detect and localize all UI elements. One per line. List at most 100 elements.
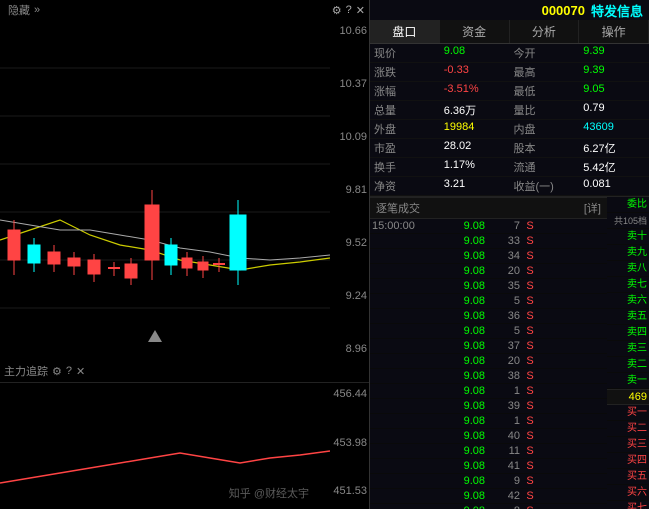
trade-type-2: S <box>520 235 540 247</box>
sub-gear-icon[interactable]: ⚙ <box>52 365 62 378</box>
trade-type-17: S <box>520 460 540 472</box>
trade-row-11: 9.08 38 S <box>370 369 607 384</box>
trade-type-11: S <box>520 370 540 382</box>
info-row-5: 外盘 19984 内盘 43609 <box>370 120 649 139</box>
sell-10-label: 卖十 <box>607 229 649 245</box>
sub-chart-label: 主力追踪 <box>4 363 48 379</box>
left-top-bar: 隐藏 » ⚙ ? ✕ <box>0 0 369 20</box>
tab-caozuo[interactable]: 操作 <box>579 20 649 43</box>
trade-time-14 <box>372 415 440 427</box>
price-label-7: 8.96 <box>339 343 367 355</box>
label-xianjia: 现价 <box>370 44 440 62</box>
value-liutong: 5.42亿 <box>579 158 649 176</box>
label-shiying: 市盈 <box>370 139 440 157</box>
label-waipan: 外盘 <box>370 120 440 138</box>
close-icon[interactable]: ✕ <box>356 4 365 17</box>
label-jinkuai: 今开 <box>510 44 580 62</box>
main-right: 逐笔成交 [详] 15:00:00 9.08 7 S 9.08 33 S <box>370 197 607 509</box>
trade-time-9 <box>372 340 440 352</box>
trade-price-2: 9.08 <box>440 235 485 247</box>
tab-pankou[interactable]: 盘口 <box>370 20 440 43</box>
sell-6-label: 卖六 <box>607 293 649 309</box>
value-zuidi: 9.05 <box>579 82 649 100</box>
sub-chart-svg <box>0 383 330 503</box>
buy-2-label: 买二 <box>607 421 649 437</box>
value-neipan: 43609 <box>579 120 649 138</box>
stock-code: 000070 <box>542 3 585 18</box>
trade-row-19: 9.08 42 S <box>370 489 607 504</box>
sub-label-3: 451.53 <box>333 485 367 497</box>
trade-vol-17: 41 <box>485 460 520 472</box>
trade-price-15: 9.08 <box>440 430 485 442</box>
hide-label[interactable]: 隐藏 <box>8 2 30 18</box>
trade-price-1: 9.08 <box>440 220 485 232</box>
value-waipan: 19984 <box>440 120 510 138</box>
gear-icon[interactable]: ⚙ <box>332 4 342 17</box>
trade-row-8: 9.08 5 S <box>370 324 607 339</box>
question-icon[interactable]: ? <box>346 4 352 16</box>
left-panel: 隐藏 » ⚙ ? ✕ 10.66 10.37 10.09 9.81 9.52 9… <box>0 0 370 509</box>
trade-row-2: 9.08 33 S <box>370 234 607 249</box>
trade-row-20: 9.08 8 S <box>370 504 607 509</box>
trade-price-20: 9.08 <box>440 505 485 509</box>
trade-time-1: 15:00:00 <box>372 220 440 232</box>
buy-1-label: 买一 <box>607 405 649 421</box>
price-label-2: 10.37 <box>339 78 367 90</box>
trade-vol-19: 42 <box>485 490 520 502</box>
trade-type-16: S <box>520 445 540 457</box>
trade-row-10: 9.08 20 S <box>370 354 607 369</box>
trade-price-17: 9.08 <box>440 460 485 472</box>
sub-close-icon[interactable]: ✕ <box>76 365 85 378</box>
info-row-7: 换手 1.17% 流通 5.42亿 <box>370 158 649 177</box>
trade-time-7 <box>372 310 440 322</box>
label-guben: 股本 <box>510 139 580 157</box>
trade-type-12: S <box>520 385 540 397</box>
right-panel: 000070 特发信息 盘口 资金 分析 操作 现价 9.08 今开 9.39 … <box>370 0 649 509</box>
info-row-2: 涨跌 -0.33 最高 9.39 <box>370 63 649 82</box>
trade-type-6: S <box>520 295 540 307</box>
trades-detail-link[interactable]: [详] <box>584 200 601 216</box>
tab-zijin[interactable]: 资金 <box>440 20 510 43</box>
trade-price-13: 9.08 <box>440 400 485 412</box>
mid-price-value: 469 <box>607 389 649 405</box>
trade-price-9: 9.08 <box>440 340 485 352</box>
sell-2-label: 卖二 <box>607 357 649 373</box>
sub-question-icon[interactable]: ? <box>66 365 72 377</box>
order-book-col: 委比 共105档 卖十 卖九 卖八 卖七 卖六 卖五 卖四 卖三 卖二 卖一 4… <box>607 197 649 509</box>
trade-price-3: 9.08 <box>440 250 485 262</box>
trade-row-7: 9.08 36 S <box>370 309 607 324</box>
trade-time-20 <box>372 505 440 509</box>
trade-time-16 <box>372 445 440 457</box>
trade-type-18: S <box>520 475 540 487</box>
trade-time-11 <box>372 370 440 382</box>
label-zuidi: 最低 <box>510 82 580 100</box>
label-liangbi: 量比 <box>510 101 580 119</box>
value-shiying: 28.02 <box>440 139 510 157</box>
trade-time-17 <box>372 460 440 472</box>
buy-3-label: 买三 <box>607 437 649 453</box>
label-zhangdie: 涨跌 <box>370 63 440 81</box>
trade-type-9: S <box>520 340 540 352</box>
sell-3-label: 卖三 <box>607 341 649 357</box>
buy-5-label: 买五 <box>607 469 649 485</box>
price-label-6: 9.24 <box>339 290 367 302</box>
price-label-1: 10.66 <box>339 25 367 37</box>
trade-price-11: 9.08 <box>440 370 485 382</box>
tab-fenxi[interactable]: 分析 <box>510 20 580 43</box>
value-jingzi: 3.21 <box>440 177 510 195</box>
value-guben: 6.27亿 <box>579 139 649 157</box>
value-xianjia: 9.08 <box>440 44 510 62</box>
info-row-6: 市盈 28.02 股本 6.27亿 <box>370 139 649 158</box>
value-zhangfu: -3.51% <box>440 82 510 100</box>
sub-chart-toolbar: 主力追踪 ⚙ ? ✕ <box>0 360 369 382</box>
trade-price-18: 9.08 <box>440 475 485 487</box>
wei-bi-label: 委比 <box>607 197 649 213</box>
trade-vol-14: 1 <box>485 415 520 427</box>
trade-price-14: 9.08 <box>440 415 485 427</box>
info-row-1: 现价 9.08 今开 9.39 <box>370 44 649 63</box>
trade-vol-1: 7 <box>485 220 520 232</box>
trade-row-17: 9.08 41 S <box>370 459 607 474</box>
info-row-4: 总量 6.36万 量比 0.79 <box>370 101 649 120</box>
trade-vol-18: 9 <box>485 475 520 487</box>
value-jinkuai: 9.39 <box>579 44 649 62</box>
